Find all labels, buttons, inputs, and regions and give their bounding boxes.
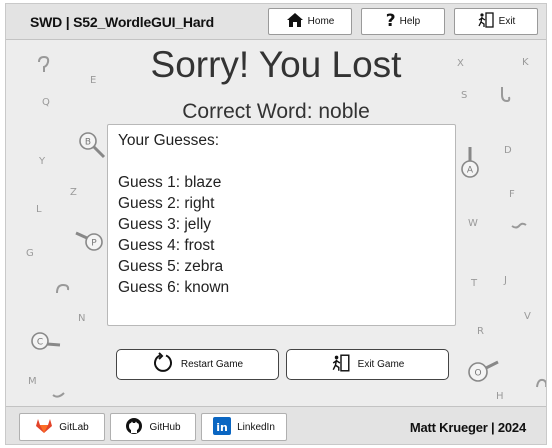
bg-letter: R [477, 326, 484, 337]
bg-letter: N [78, 313, 86, 324]
magnifier-letter-a-icon: A [458, 143, 486, 188]
restart-icon [152, 352, 174, 377]
linkedin-link[interactable]: in LinkedIn [201, 413, 287, 441]
exit-button-label: Exit [498, 16, 516, 27]
gitlab-link[interactable]: GitLab [19, 413, 105, 441]
restart-game-label: Restart Game [180, 359, 244, 370]
github-link[interactable]: GitHub [110, 413, 196, 441]
guess-line: Guess 5: zebra [118, 258, 224, 275]
linkedin-icon: in [213, 416, 232, 438]
bg-letter: F [509, 189, 515, 200]
bg-letter: D [504, 145, 512, 156]
help-button-label: Help [399, 16, 421, 27]
magnifier-letter-c-icon: C [30, 329, 64, 362]
bg-letter: J [504, 275, 507, 286]
hook-squiggle-icon [534, 375, 546, 398]
help-icon: ? [385, 11, 396, 31]
guess-line: Guess 4: frost [118, 237, 215, 254]
header-bar: SWD | S52_WordleGUI_Hard Home ? Help Exi… [6, 4, 546, 40]
bg-letter: W [468, 218, 478, 229]
bg-letter: G [26, 248, 34, 259]
bg-letter: M [28, 376, 37, 387]
tile-letter: P [91, 239, 97, 249]
hook-squiggle-icon [50, 387, 68, 406]
app-title: SWD | S52_WordleGUI_Hard [30, 14, 215, 30]
gitlab-label: GitLab [59, 421, 89, 433]
magnifier-letter-b-icon: B [76, 129, 110, 168]
guesses-spacer [118, 151, 445, 172]
exit-door-icon [477, 11, 495, 32]
guesses-panel: Your Guesses: Guess 1: blaze Guess 2: ri… [107, 124, 456, 326]
tile-letter: B [85, 138, 91, 148]
github-label: GitHub [149, 421, 181, 433]
app-window: SWD | S52_WordleGUI_Hard Home ? Help Exi… [5, 3, 547, 445]
guesses-heading: Your Guesses: [118, 132, 220, 149]
tile-letter: A [467, 166, 474, 176]
copyright-text: Matt Krueger | 2024 [409, 420, 526, 435]
result-title: Sorry! You Lost [150, 44, 402, 85]
home-icon [286, 12, 304, 31]
guess-line: Guess 2: right [118, 195, 215, 212]
bg-letter: Z [70, 187, 77, 198]
exit-game-button[interactable]: Exit Game [286, 349, 449, 380]
magnifier-letter-p-icon: P [74, 226, 108, 265]
exit-button[interactable]: Exit [454, 8, 538, 35]
home-button-label: Home [307, 16, 335, 27]
tile-letter: C [37, 338, 43, 348]
guess-line: Guess 6: known [118, 279, 230, 296]
exit-door-icon [331, 353, 351, 376]
bg-letter: Y [39, 156, 46, 167]
restart-game-button[interactable]: Restart Game [116, 349, 279, 380]
help-button[interactable]: ? Help [361, 8, 445, 35]
bg-letter: H [496, 391, 504, 402]
footer-bar: GitLab GitHub in LinkedIn Matt Krueger |… [6, 406, 546, 444]
hook-squiggle-icon [510, 216, 528, 237]
bg-letter: T [471, 278, 478, 289]
svg-text:in: in [216, 421, 228, 434]
guess-line: Guess 3: jelly [118, 216, 212, 233]
hook-squiggle-icon [54, 281, 74, 304]
guess-line: Guess 1: blaze [118, 174, 222, 191]
linkedin-label: LinkedIn [237, 421, 275, 433]
home-button[interactable]: Home [268, 8, 352, 35]
bg-letter: L [36, 204, 42, 215]
correct-word-text: Correct Word: noble [182, 100, 370, 123]
bg-letter: V [524, 311, 531, 322]
tile-letter: O [474, 369, 481, 379]
github-icon [125, 417, 143, 438]
gitlab-icon [35, 418, 53, 437]
exit-game-label: Exit Game [357, 359, 405, 370]
magnifier-letter-o-icon: O [464, 356, 504, 391]
